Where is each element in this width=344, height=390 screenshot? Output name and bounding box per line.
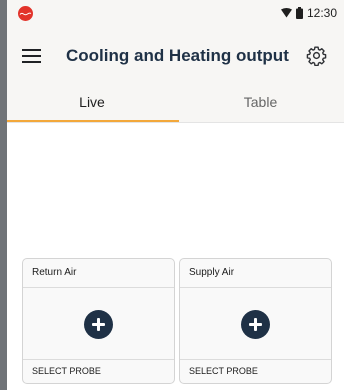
tab-table-label: Table — [243, 94, 278, 110]
settings-gear-icon[interactable] — [306, 45, 327, 66]
select-probe-supply-air[interactable]: SELECT PROBE — [180, 359, 331, 383]
hamburger-menu-icon[interactable] — [22, 48, 41, 64]
app-bar: Cooling and Heating output — [7, 26, 344, 88]
tab-bar: Live Table — [7, 88, 344, 122]
left-window-edge — [0, 0, 7, 390]
add-supply-air-probe-button[interactable] — [241, 310, 270, 339]
supply-air-card: Supply Air SELECT PROBE — [179, 258, 332, 384]
battery-icon — [295, 7, 303, 19]
card-title-return-air: Return Air — [23, 259, 174, 288]
tab-live[interactable]: Live — [7, 88, 177, 122]
select-probe-return-air[interactable]: SELECT PROBE — [23, 359, 174, 383]
testo-logo-icon: testo — [18, 6, 33, 21]
add-return-air-probe-button[interactable] — [84, 310, 113, 339]
status-icons: 12:30 — [280, 5, 337, 21]
wifi-icon — [280, 8, 292, 18]
tabs-divider — [7, 122, 344, 123]
status-bar: testo 12:30 — [7, 0, 344, 26]
return-air-card: Return Air SELECT PROBE — [22, 258, 175, 384]
page-title: Cooling and Heating output — [66, 46, 289, 65]
card-title-supply-air: Supply Air — [180, 259, 331, 288]
tab-live-label: Live — [79, 94, 105, 110]
logo-wordmark: testo — [19, 12, 32, 15]
tab-table[interactable]: Table — [177, 88, 344, 122]
clock-time: 12:30 — [306, 6, 337, 20]
app-screen: testo 12:30 Cooling and Heating output — [7, 0, 344, 390]
